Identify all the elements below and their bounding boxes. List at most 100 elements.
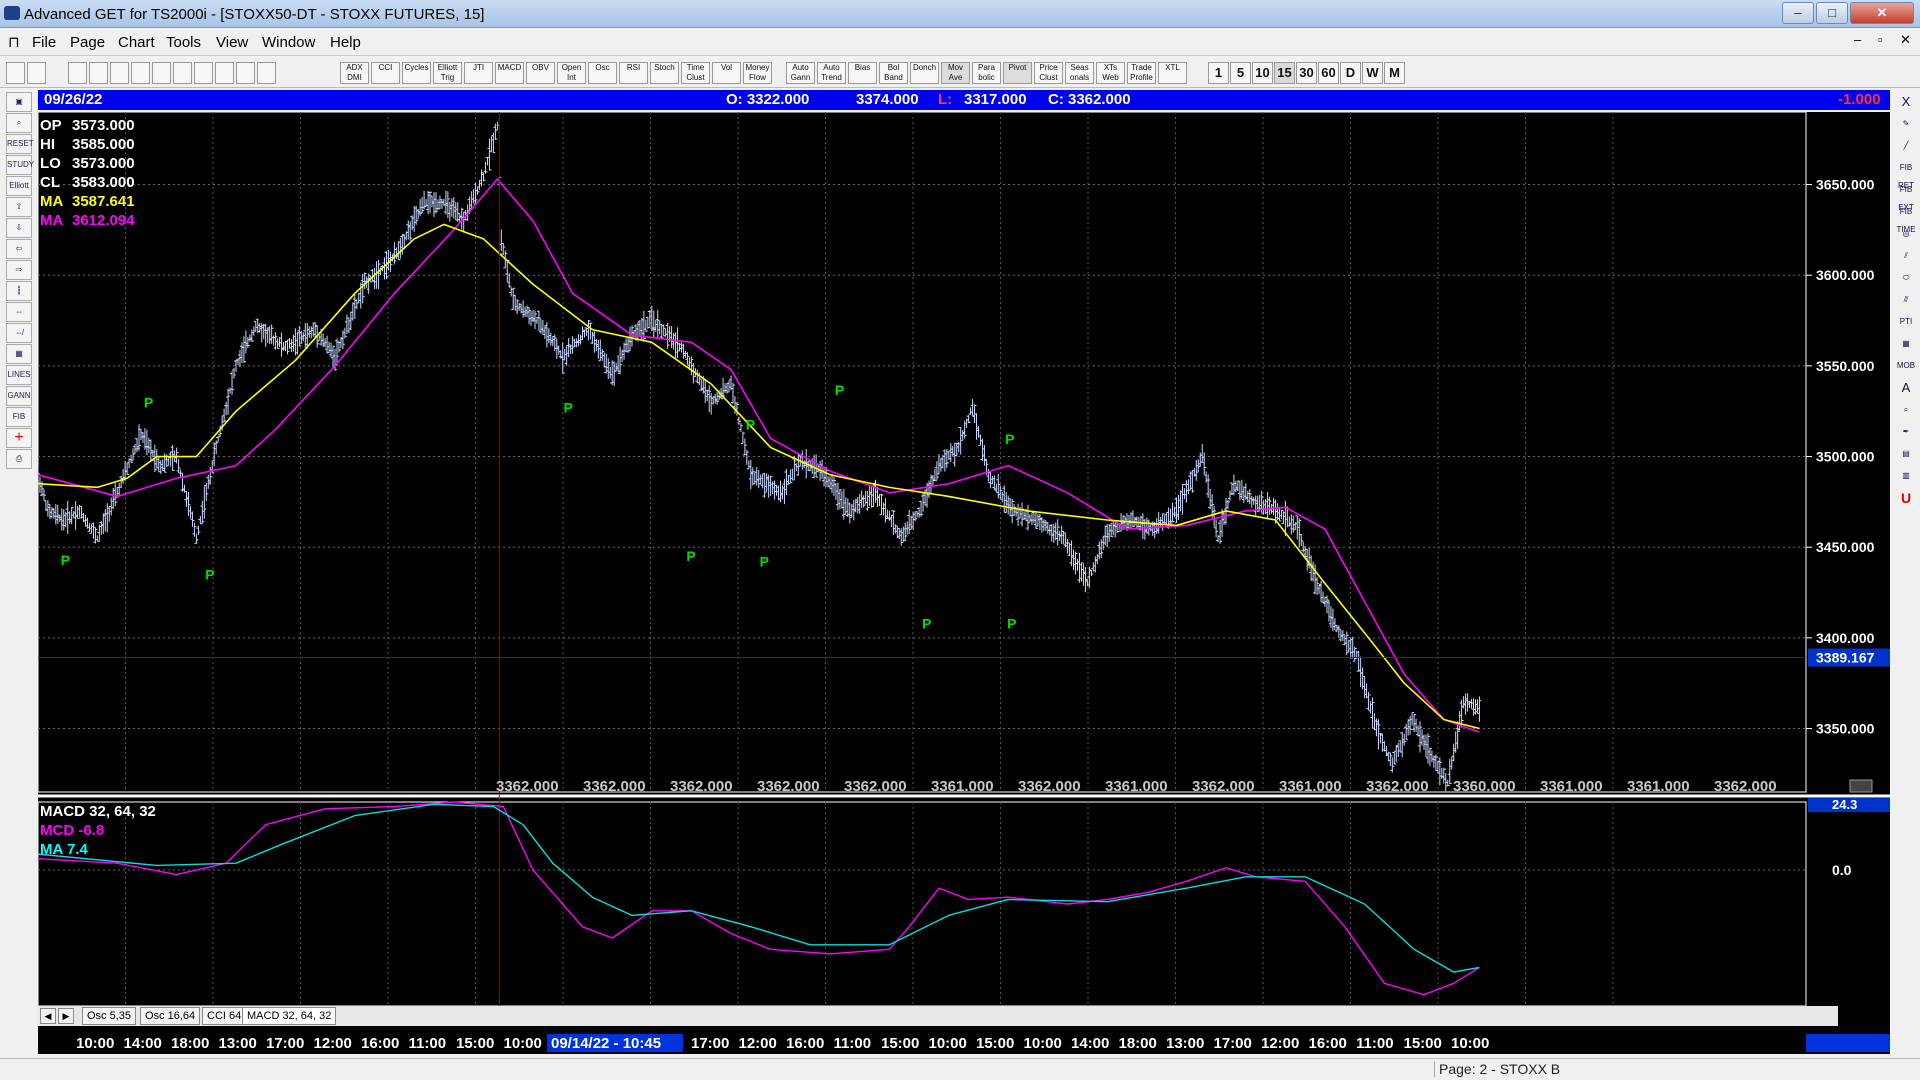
right-tool-a[interactable]: A <box>1894 378 1918 398</box>
maximize-button[interactable]: □ <box>1816 2 1848 24</box>
menu-file[interactable]: File <box>32 34 56 51</box>
menu-page[interactable]: Page <box>70 34 105 51</box>
tab-macd[interactable]: MACD 32, 64, 32 <box>242 1007 337 1025</box>
right-parallel-icon[interactable]: ⫽ <box>1894 246 1918 266</box>
left-print-icon[interactable]: ⎙ <box>6 449 32 469</box>
left-tool-fib[interactable]: FIB <box>6 407 32 427</box>
right-tool-fib-ret[interactable]: FIB RET <box>1894 158 1918 190</box>
indicator-button-jti[interactable]: JTI <box>464 62 493 84</box>
interval-button-10[interactable]: 10 <box>1252 62 1273 84</box>
left-tool-elliott[interactable]: Elliott <box>6 176 32 196</box>
indicator-button-para-bolic[interactable]: Para bolic <box>972 62 1001 84</box>
page-icon[interactable] <box>131 62 150 84</box>
left-zoom-icon[interactable]: ⌕ <box>6 113 32 133</box>
indicator-button-trade-profile[interactable]: Trade Profile <box>1127 62 1156 84</box>
indicator-button-open-int[interactable]: Open Int <box>557 62 586 84</box>
interval-button-15[interactable]: 15 <box>1274 62 1295 84</box>
indicator-button-xtl[interactable]: XTL <box>1158 62 1187 84</box>
right-tool-x[interactable]: X <box>1894 92 1918 112</box>
indicator-button-adx-dmi[interactable]: ADX DMI <box>340 62 369 84</box>
interval-button-1[interactable]: 1 <box>1208 62 1229 84</box>
left-grid-icon[interactable]: ▦ <box>6 344 32 364</box>
right-zoom-icon[interactable]: ⌕ <box>1894 400 1918 420</box>
left-left-arrow-icon[interactable]: ⇦ <box>6 239 32 259</box>
menu-chart[interactable]: Chart <box>118 34 155 51</box>
close-icon[interactable] <box>173 62 192 84</box>
right-doc-icon[interactable]: ▥ <box>1894 466 1918 486</box>
interval-button-m[interactable]: M <box>1384 62 1405 84</box>
indicator-button-obv[interactable]: OBV <box>526 62 555 84</box>
indicator-button-stoch[interactable]: Stoch <box>650 62 679 84</box>
scale-icon[interactable] <box>1849 779 1873 793</box>
chart-area[interactable]: P P P P P P P P P P P 3650.000 3600.000 3550.000 3500.… <box>38 112 1890 1032</box>
whats-this-icon[interactable] <box>257 62 276 84</box>
left-tool-lines[interactable]: LINES <box>6 365 32 385</box>
print-icon[interactable] <box>215 62 234 84</box>
left-tool-study[interactable]: STUDY <box>6 155 34 175</box>
indicator-button-auto-trend[interactable]: Auto Trend <box>817 62 846 84</box>
right-ellipse-icon[interactable]: ⬭ <box>1894 268 1918 288</box>
indicator-button-xts-web[interactable]: XTs Web <box>1096 62 1125 84</box>
new-icon[interactable] <box>68 62 87 84</box>
left-tool-reset[interactable]: RESET <box>6 134 34 154</box>
indicator-button-cycles[interactable]: Cycles <box>402 62 431 84</box>
indicator-button-auto-gann[interactable]: Auto Gann <box>786 62 815 84</box>
interval-button-5[interactable]: 5 <box>1230 62 1251 84</box>
chart-canvas[interactable]: P P P P P P P P P P P 3650.000 3600.000 3550.000 3500.… <box>38 112 1890 1032</box>
left-down-arrow-icon[interactable]: ⇩ <box>6 218 32 238</box>
indicator-button-donch[interactable]: Donch <box>910 62 939 84</box>
right-tool-fib-time[interactable]: FIB TIME <box>1894 202 1918 234</box>
interval-button-d[interactable]: D <box>1340 62 1361 84</box>
pin-icon[interactable] <box>6 62 25 84</box>
quote-icon[interactable] <box>27 62 46 84</box>
cut-icon[interactable] <box>194 62 213 84</box>
mdi-close-button[interactable]: ✕ <box>1900 32 1911 48</box>
right-grid2-icon[interactable]: ▤ <box>1894 444 1918 464</box>
mdi-minimize-button[interactable]: – <box>1854 32 1861 47</box>
right-tool-fib-ext[interactable]: FIB EXT <box>1894 180 1918 212</box>
tab-prev-button[interactable]: ◀ <box>40 1008 56 1024</box>
menu-view[interactable]: View <box>216 34 248 51</box>
left-open-icon[interactable]: ▣ <box>6 92 32 112</box>
indicator-button-macd[interactable]: MACD <box>495 62 524 84</box>
left-expand-icon[interactable]: ⇔ <box>6 302 32 322</box>
indicator-button-money-flow[interactable]: Money Flow <box>743 62 772 84</box>
indicator-button-pivot[interactable]: Pivot <box>1003 62 1032 84</box>
left-tool-gann[interactable]: GANN <box>6 386 32 406</box>
right-line-icon[interactable]: ╱ <box>1894 136 1918 156</box>
indicator-button-bol-band[interactable]: Bol Band <box>879 62 908 84</box>
left-compress-icon[interactable]: ⇎ <box>6 323 32 343</box>
indicator-button-bias[interactable]: Bias <box>848 62 877 84</box>
tab-next-button[interactable]: ▶ <box>58 1008 74 1024</box>
tab-cci-64[interactable]: CCI 64 <box>202 1007 247 1025</box>
right-grid-icon[interactable]: ▦ <box>1894 334 1918 354</box>
right-pen-icon[interactable]: ✒ <box>1894 422 1918 442</box>
save-icon[interactable] <box>110 62 129 84</box>
indicator-button-vol[interactable]: Vol <box>712 62 741 84</box>
indicator-button-cci[interactable]: CCI <box>371 62 400 84</box>
left-bars-icon[interactable]: ┇ <box>6 281 32 301</box>
interval-button-60[interactable]: 60 <box>1318 62 1339 84</box>
copy-icon[interactable] <box>89 62 108 84</box>
right-tool-u[interactable]: U <box>1894 488 1918 508</box>
left-right-arrow-icon[interactable]: ⇨ <box>6 260 32 280</box>
interval-button-w[interactable]: W <box>1362 62 1383 84</box>
indicator-button-price-clust[interactable]: Price Clust <box>1034 62 1063 84</box>
indicator-button-time-clust[interactable]: Time Clust <box>681 62 710 84</box>
menu-tools[interactable]: Tools <box>166 34 201 51</box>
tab-osc-5-35[interactable]: Osc 5,35 <box>82 1007 137 1025</box>
right-circle-icon[interactable]: ◎ <box>1894 224 1918 244</box>
menu-window[interactable]: Window <box>262 34 315 51</box>
indicator-button-osc[interactable]: Osc <box>588 62 617 84</box>
help-icon[interactable] <box>236 62 255 84</box>
indicator-button-elliott-trig[interactable]: Elliott Trig <box>433 62 462 84</box>
interval-button-30[interactable]: 30 <box>1296 62 1317 84</box>
grid-icon[interactable] <box>152 62 171 84</box>
menu-help[interactable]: Help <box>330 34 361 51</box>
right-tool-mob[interactable]: MOB <box>1894 356 1918 376</box>
right-pencil-icon[interactable]: ✎ <box>1894 114 1918 134</box>
indicator-button-rsi[interactable]: RSI <box>619 62 648 84</box>
mdi-restore-button[interactable]: ▫ <box>1878 32 1883 47</box>
left-crosshair-icon[interactable]: + <box>6 428 32 448</box>
left-up-arrow-icon[interactable]: ⇧ <box>6 197 32 217</box>
